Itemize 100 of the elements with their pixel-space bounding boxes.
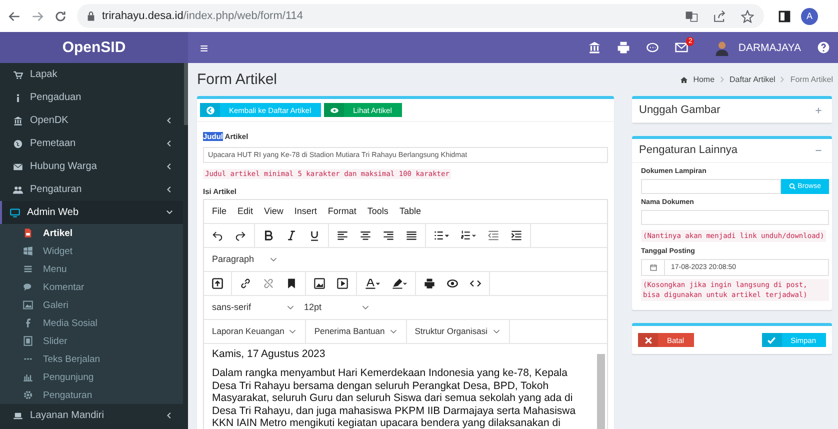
editor-menu-item[interactable]: Table bbox=[399, 206, 421, 216]
user-avatar[interactable] bbox=[714, 40, 730, 56]
side-panel-icon[interactable] bbox=[778, 10, 791, 22]
editor-menu-item[interactable]: Format bbox=[328, 206, 356, 216]
submenu-item[interactable]: Pengaturan bbox=[0, 386, 183, 404]
brand-logo-text[interactable]: OpenSID bbox=[0, 32, 188, 63]
print-icon[interactable] bbox=[424, 278, 435, 288]
lock-icon bbox=[87, 11, 95, 21]
article-paragraph: Kamis, 17 Agustus 2023 bbox=[212, 348, 326, 360]
chevron-down-icon bbox=[362, 304, 369, 310]
highlight-icon[interactable] bbox=[392, 278, 407, 288]
chat-icon[interactable] bbox=[646, 41, 660, 54]
align-center-icon[interactable] bbox=[360, 230, 371, 240]
address-bar[interactable]: trirahayu.desa.id/index.php/web/form/114 bbox=[77, 4, 764, 28]
help-icon[interactable] bbox=[817, 41, 830, 54]
plus-icon[interactable] bbox=[815, 106, 822, 114]
indent-icon[interactable] bbox=[511, 230, 522, 240]
justify-icon[interactable] bbox=[406, 230, 417, 240]
sidebar-item[interactable]: Admin Web bbox=[0, 201, 183, 224]
text-color-icon[interactable] bbox=[365, 278, 380, 288]
sidebar-item[interactable]: Pemetaan bbox=[0, 132, 183, 155]
chevron-down-icon bbox=[390, 328, 397, 334]
gear-icon bbox=[23, 390, 33, 400]
undo-icon[interactable] bbox=[212, 230, 223, 240]
document-name-input[interactable] bbox=[641, 210, 829, 225]
custom-menu-dropdown[interactable]: Laporan Keuangan bbox=[204, 320, 306, 342]
menu-toggle[interactable]: ≡ bbox=[200, 40, 208, 56]
breadcrumb-link[interactable]: Daftar Artikel bbox=[730, 75, 776, 84]
block-format-dropdown[interactable]: Paragraph bbox=[212, 254, 278, 264]
facebook-icon bbox=[23, 318, 33, 328]
reload-icon[interactable] bbox=[54, 10, 67, 22]
panel-title: Pengaturan Lainnya bbox=[639, 144, 738, 156]
bank-icon[interactable] bbox=[588, 41, 602, 54]
sidebar-item[interactable]: Lapak bbox=[0, 63, 183, 86]
star-icon[interactable] bbox=[741, 10, 754, 22]
submenu-item[interactable]: Media Sosial bbox=[0, 314, 183, 332]
font-family-dropdown[interactable]: sans-serif bbox=[212, 302, 294, 312]
preview-icon[interactable] bbox=[447, 278, 458, 288]
checkmark-icon bbox=[767, 336, 776, 344]
italic-icon[interactable] bbox=[286, 230, 297, 240]
breadcrumb-link[interactable]: Home bbox=[693, 75, 715, 84]
editor-scrollbar[interactable] bbox=[597, 354, 605, 429]
submenu-item[interactable]: Pengunjung bbox=[0, 368, 183, 386]
underline-icon[interactable] bbox=[309, 230, 320, 240]
submenu-item[interactable]: Slider bbox=[0, 332, 183, 350]
arrow-left-circle-icon bbox=[206, 106, 214, 114]
list-icon bbox=[23, 264, 33, 274]
editor-menu-item[interactable]: Insert bbox=[294, 206, 317, 216]
submenu-item[interactable]: Galeri bbox=[0, 296, 183, 314]
sidebar-item[interactable]: Pengaduan bbox=[0, 86, 183, 109]
file-input[interactable] bbox=[641, 179, 781, 194]
bold-icon[interactable] bbox=[263, 230, 274, 240]
submenu-item[interactable]: Komentar bbox=[0, 278, 183, 296]
code-icon[interactable] bbox=[470, 278, 481, 288]
image-icon[interactable] bbox=[314, 278, 325, 288]
url-text: trirahayu.desa.id/index.php/web/form/114 bbox=[102, 10, 303, 22]
sidebar-item[interactable]: Layanan Mandiri bbox=[0, 404, 183, 427]
page-title: Form Artikel bbox=[197, 71, 278, 88]
back-arrow-icon[interactable] bbox=[8, 10, 21, 22]
chart-icon bbox=[23, 372, 33, 382]
bookmark-icon[interactable] bbox=[286, 278, 297, 288]
editor-menu-item[interactable]: Edit bbox=[238, 206, 254, 216]
forward-arrow-icon[interactable] bbox=[31, 10, 44, 22]
redo-icon[interactable] bbox=[235, 230, 246, 240]
comments-icon bbox=[23, 282, 33, 292]
user-name[interactable]: DARMAJAYA bbox=[738, 42, 801, 54]
align-left-icon[interactable] bbox=[337, 230, 348, 240]
globe-icon bbox=[13, 138, 23, 148]
editor-menu-item[interactable]: File bbox=[212, 206, 227, 216]
submenu-item[interactable]: Artikel bbox=[0, 224, 183, 242]
submenu-item[interactable]: Teks Berjalan bbox=[0, 350, 183, 368]
outdent-icon[interactable] bbox=[488, 230, 499, 240]
custom-menu-dropdown[interactable]: Struktur Organisasi bbox=[406, 320, 510, 342]
bullet-list-icon[interactable] bbox=[434, 230, 449, 240]
numbered-list-icon[interactable] bbox=[461, 230, 476, 240]
upload-icon[interactable] bbox=[212, 278, 223, 288]
translate-icon[interactable] bbox=[685, 10, 698, 22]
submenu-item[interactable]: Menu bbox=[0, 260, 183, 278]
sidebar-item[interactable]: Pengaturan bbox=[0, 178, 183, 201]
envelope-icon[interactable] bbox=[675, 41, 688, 54]
panel-title: Unggah Gambar bbox=[639, 104, 722, 116]
submenu-item[interactable]: Widget bbox=[0, 242, 183, 260]
share-icon[interactable] bbox=[713, 10, 726, 22]
sidebar-item[interactable]: Hubung Warga bbox=[0, 155, 183, 178]
chevron-right-icon bbox=[780, 76, 786, 83]
link-icon[interactable] bbox=[240, 278, 251, 288]
align-right-icon[interactable] bbox=[383, 230, 394, 240]
sidebar-item[interactable]: OpenDK bbox=[0, 109, 183, 132]
media-icon[interactable] bbox=[337, 278, 348, 288]
font-size-dropdown[interactable]: 12pt bbox=[304, 302, 369, 312]
chevron-right-icon bbox=[720, 76, 725, 83]
editor-menu-item[interactable]: View bbox=[264, 206, 284, 216]
home-icon bbox=[680, 76, 688, 84]
editor-menu-item[interactable]: Tools bbox=[367, 206, 388, 216]
custom-menu-dropdown[interactable]: Penerima Bantuan bbox=[306, 320, 407, 342]
film-icon bbox=[23, 336, 33, 346]
unlink-icon[interactable] bbox=[263, 278, 274, 288]
profile-avatar[interactable]: A bbox=[801, 8, 818, 24]
chevron-down-icon bbox=[492, 328, 500, 334]
scrollbar-thumb[interactable] bbox=[184, 63, 188, 125]
